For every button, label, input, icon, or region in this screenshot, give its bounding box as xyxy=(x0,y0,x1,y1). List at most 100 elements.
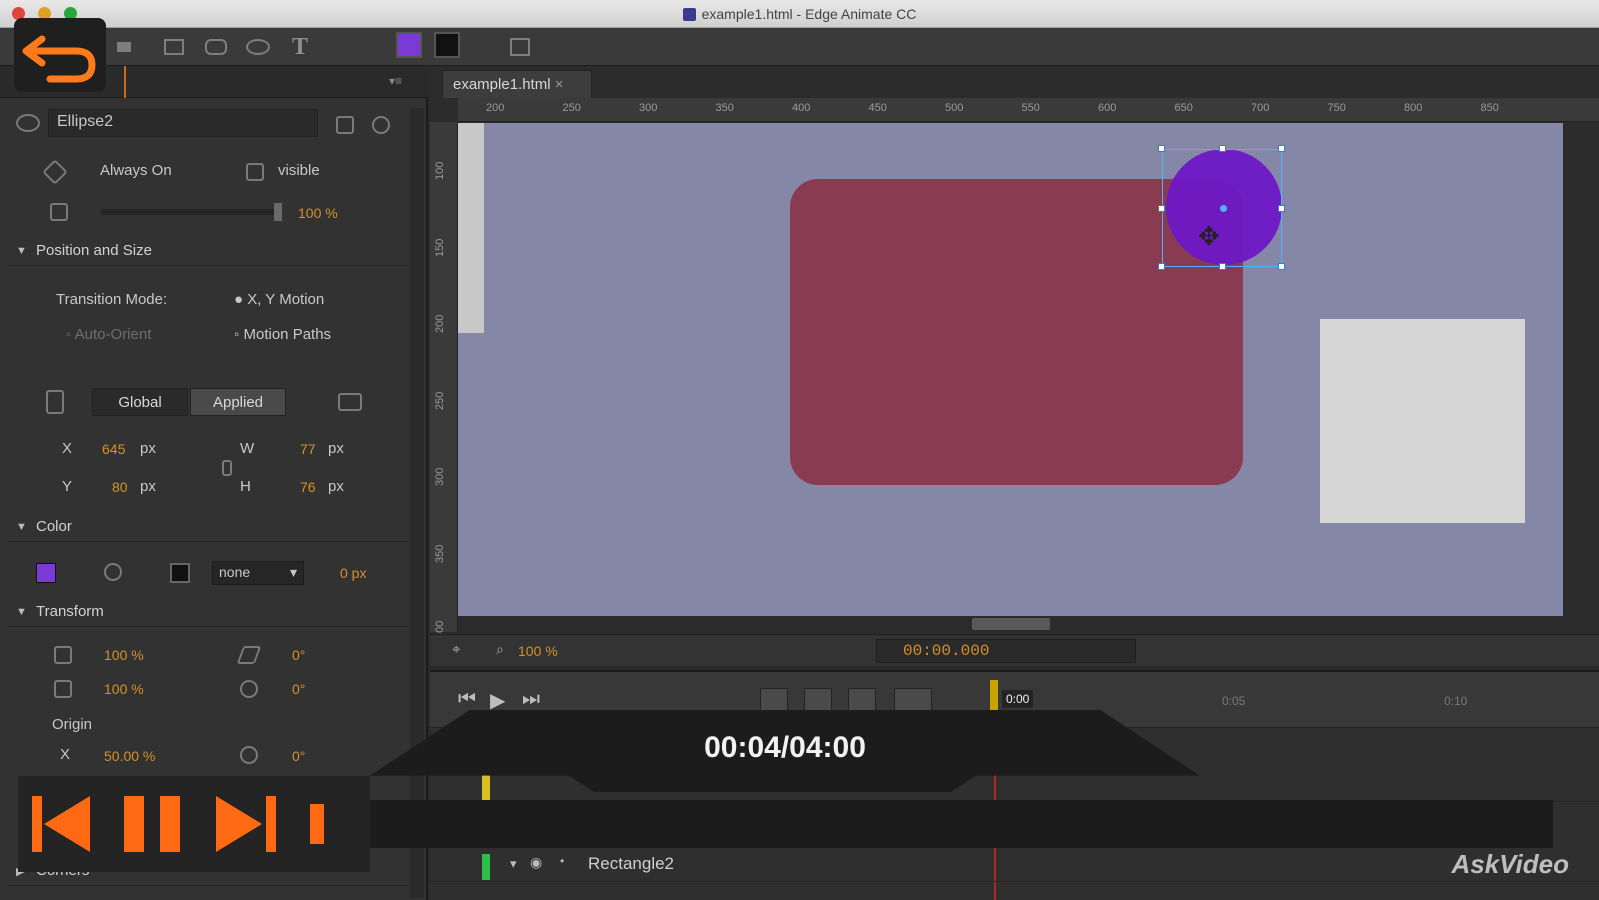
rounded-rectangle-tool[interactable] xyxy=(204,36,228,58)
ruler-tick-label: 600 xyxy=(1098,102,1117,114)
transform-origin-icon xyxy=(46,390,64,414)
border-style-dropdown[interactable]: none ▾ xyxy=(212,561,304,585)
zoom-value[interactable]: 100 % xyxy=(518,643,558,659)
text-tool-icon: T xyxy=(291,33,308,60)
x-value[interactable]: 645 xyxy=(102,441,125,457)
panel-menu-icon[interactable]: ▾≡ xyxy=(389,74,402,88)
lock-dot-icon[interactable]: • xyxy=(560,854,564,868)
border-width-value[interactable]: 0 px xyxy=(340,565,366,581)
w-unit[interactable]: px xyxy=(328,440,344,457)
radio-motion-paths[interactable]: ◦ Motion Paths xyxy=(234,326,331,343)
vertical-ruler[interactable]: 100 150 200 250 300 350 400 xyxy=(430,122,458,639)
element-link-icon[interactable] xyxy=(336,116,354,134)
resize-handle[interactable] xyxy=(1278,205,1285,212)
player-progress-bar[interactable] xyxy=(370,800,1553,848)
ruler-tick-label: 300 xyxy=(639,102,658,114)
pin-button[interactable] xyxy=(848,688,876,712)
timeline-row-rectangle2[interactable]: ▾ ◉ • Rectangle2 xyxy=(430,848,1599,882)
clipping-tool[interactable] xyxy=(508,36,532,58)
zoom-icon[interactable]: ⌕ xyxy=(496,641,504,658)
resize-handle[interactable] xyxy=(1278,145,1285,152)
resize-handle[interactable] xyxy=(1219,263,1226,270)
display-icon xyxy=(42,159,68,185)
applied-button[interactable]: Applied xyxy=(190,388,286,416)
close-tab-icon[interactable]: × xyxy=(555,76,564,93)
playhead[interactable] xyxy=(990,680,998,710)
global-button[interactable]: Global xyxy=(92,388,188,416)
stage-horizontal-scrollbar[interactable] xyxy=(458,616,1563,632)
toolbar: T xyxy=(0,28,1599,66)
overflow-dropdown[interactable]: visible xyxy=(278,162,320,179)
radio-motion-paths-label: Motion Paths xyxy=(243,326,332,343)
auto-orient-checkbox[interactable]: ◦ Auto-Orient xyxy=(66,326,151,343)
scale-x-value[interactable]: 100 % xyxy=(104,647,144,663)
layer-name[interactable]: Rectangle2 xyxy=(588,854,674,874)
ellipse-tool[interactable] xyxy=(246,36,270,58)
skew-value[interactable]: 0° xyxy=(292,647,305,663)
section-title: Position and Size xyxy=(36,242,152,259)
rectangle-tool[interactable] xyxy=(162,36,186,58)
resize-handle[interactable] xyxy=(1219,145,1226,152)
x-unit[interactable]: px xyxy=(140,440,156,457)
h-value[interactable]: 76 xyxy=(300,479,316,495)
go-to-end-icon[interactable]: ⏭ xyxy=(522,688,540,711)
origin-x-value[interactable]: 50.00 % xyxy=(104,748,155,764)
crosshair-icon[interactable]: ⌖ xyxy=(452,641,460,658)
properties-scrollbar[interactable] xyxy=(410,108,424,898)
opacity-slider[interactable] xyxy=(100,209,280,215)
ruler-tick-label: 250 xyxy=(434,391,446,410)
element-name-field[interactable]: Ellipse2 xyxy=(48,109,318,137)
section-color[interactable]: ▼ Color xyxy=(8,514,408,542)
stage-canvas[interactable]: ✥ xyxy=(458,123,1563,616)
auto-transition-button[interactable] xyxy=(804,688,832,712)
visibility-eye-icon[interactable]: ◉ xyxy=(530,854,542,871)
pause-icon[interactable] xyxy=(122,794,184,854)
auto-keyframe-button[interactable] xyxy=(760,688,788,712)
resize-handle[interactable] xyxy=(1158,145,1165,152)
element-cursor-icon[interactable] xyxy=(372,116,390,134)
opacity-slider-knob[interactable] xyxy=(274,203,282,221)
y-value[interactable]: 80 xyxy=(112,479,128,495)
border-color-swatch[interactable] xyxy=(434,32,460,58)
opacity-value[interactable]: 100 % xyxy=(298,205,338,221)
text-tool[interactable]: T xyxy=(288,33,312,60)
previous-icon[interactable] xyxy=(30,794,94,854)
panel-tab-properties[interactable] xyxy=(110,66,126,98)
section-transform[interactable]: ▼ Transform xyxy=(8,599,408,627)
stage-time-display[interactable]: 00:00.000 xyxy=(876,639,1136,663)
fill-color-swatch[interactable] xyxy=(396,32,422,58)
radio-xy-motion[interactable]: ● X, Y Motion xyxy=(234,291,324,308)
easing-button[interactable] xyxy=(894,688,932,712)
go-to-start-icon[interactable]: ⏮ xyxy=(458,688,476,711)
volume-icon[interactable] xyxy=(308,802,328,846)
y-unit[interactable]: px xyxy=(140,478,156,495)
origin-rotation-value[interactable]: 0° xyxy=(292,748,305,764)
next-icon[interactable] xyxy=(214,794,278,854)
scale-y-value[interactable]: 100 % xyxy=(104,681,144,697)
window-title: example1.html - Edge Animate CC xyxy=(0,6,1599,22)
back-button[interactable] xyxy=(14,18,106,92)
position-options-icon[interactable] xyxy=(338,393,362,411)
resize-handle[interactable] xyxy=(1158,205,1165,212)
transform-origin-point[interactable] xyxy=(1220,205,1227,212)
rotate-icon xyxy=(240,680,258,698)
rectangle2-element[interactable] xyxy=(1320,319,1525,523)
w-value[interactable]: 77 xyxy=(300,441,316,457)
resize-handle[interactable] xyxy=(1158,263,1165,270)
border-color-chip[interactable] xyxy=(170,563,190,583)
rotate-value[interactable]: 0° xyxy=(292,681,305,697)
gradient-icon[interactable] xyxy=(104,563,122,581)
scrollbar-thumb[interactable] xyxy=(972,618,1050,630)
h-unit[interactable]: px xyxy=(328,478,344,495)
play-icon[interactable]: ▶ xyxy=(490,688,505,713)
display-dropdown[interactable]: Always On xyxy=(100,162,172,179)
document-tab[interactable]: example1.html × xyxy=(442,70,592,98)
ruler-tick-label: 400 xyxy=(792,102,811,114)
section-position-size[interactable]: ▼ Position and Size xyxy=(8,238,408,266)
horizontal-ruler[interactable]: 200 250 300 350 400 450 500 550 600 650 700 750 800 8… xyxy=(458,98,1599,122)
link-size-icon[interactable] xyxy=(222,460,232,476)
expand-triangle-icon[interactable]: ▾ xyxy=(510,856,517,872)
resize-handle[interactable] xyxy=(1278,263,1285,270)
background-color-chip[interactable] xyxy=(36,563,56,583)
selection-tool[interactable] xyxy=(112,36,136,58)
